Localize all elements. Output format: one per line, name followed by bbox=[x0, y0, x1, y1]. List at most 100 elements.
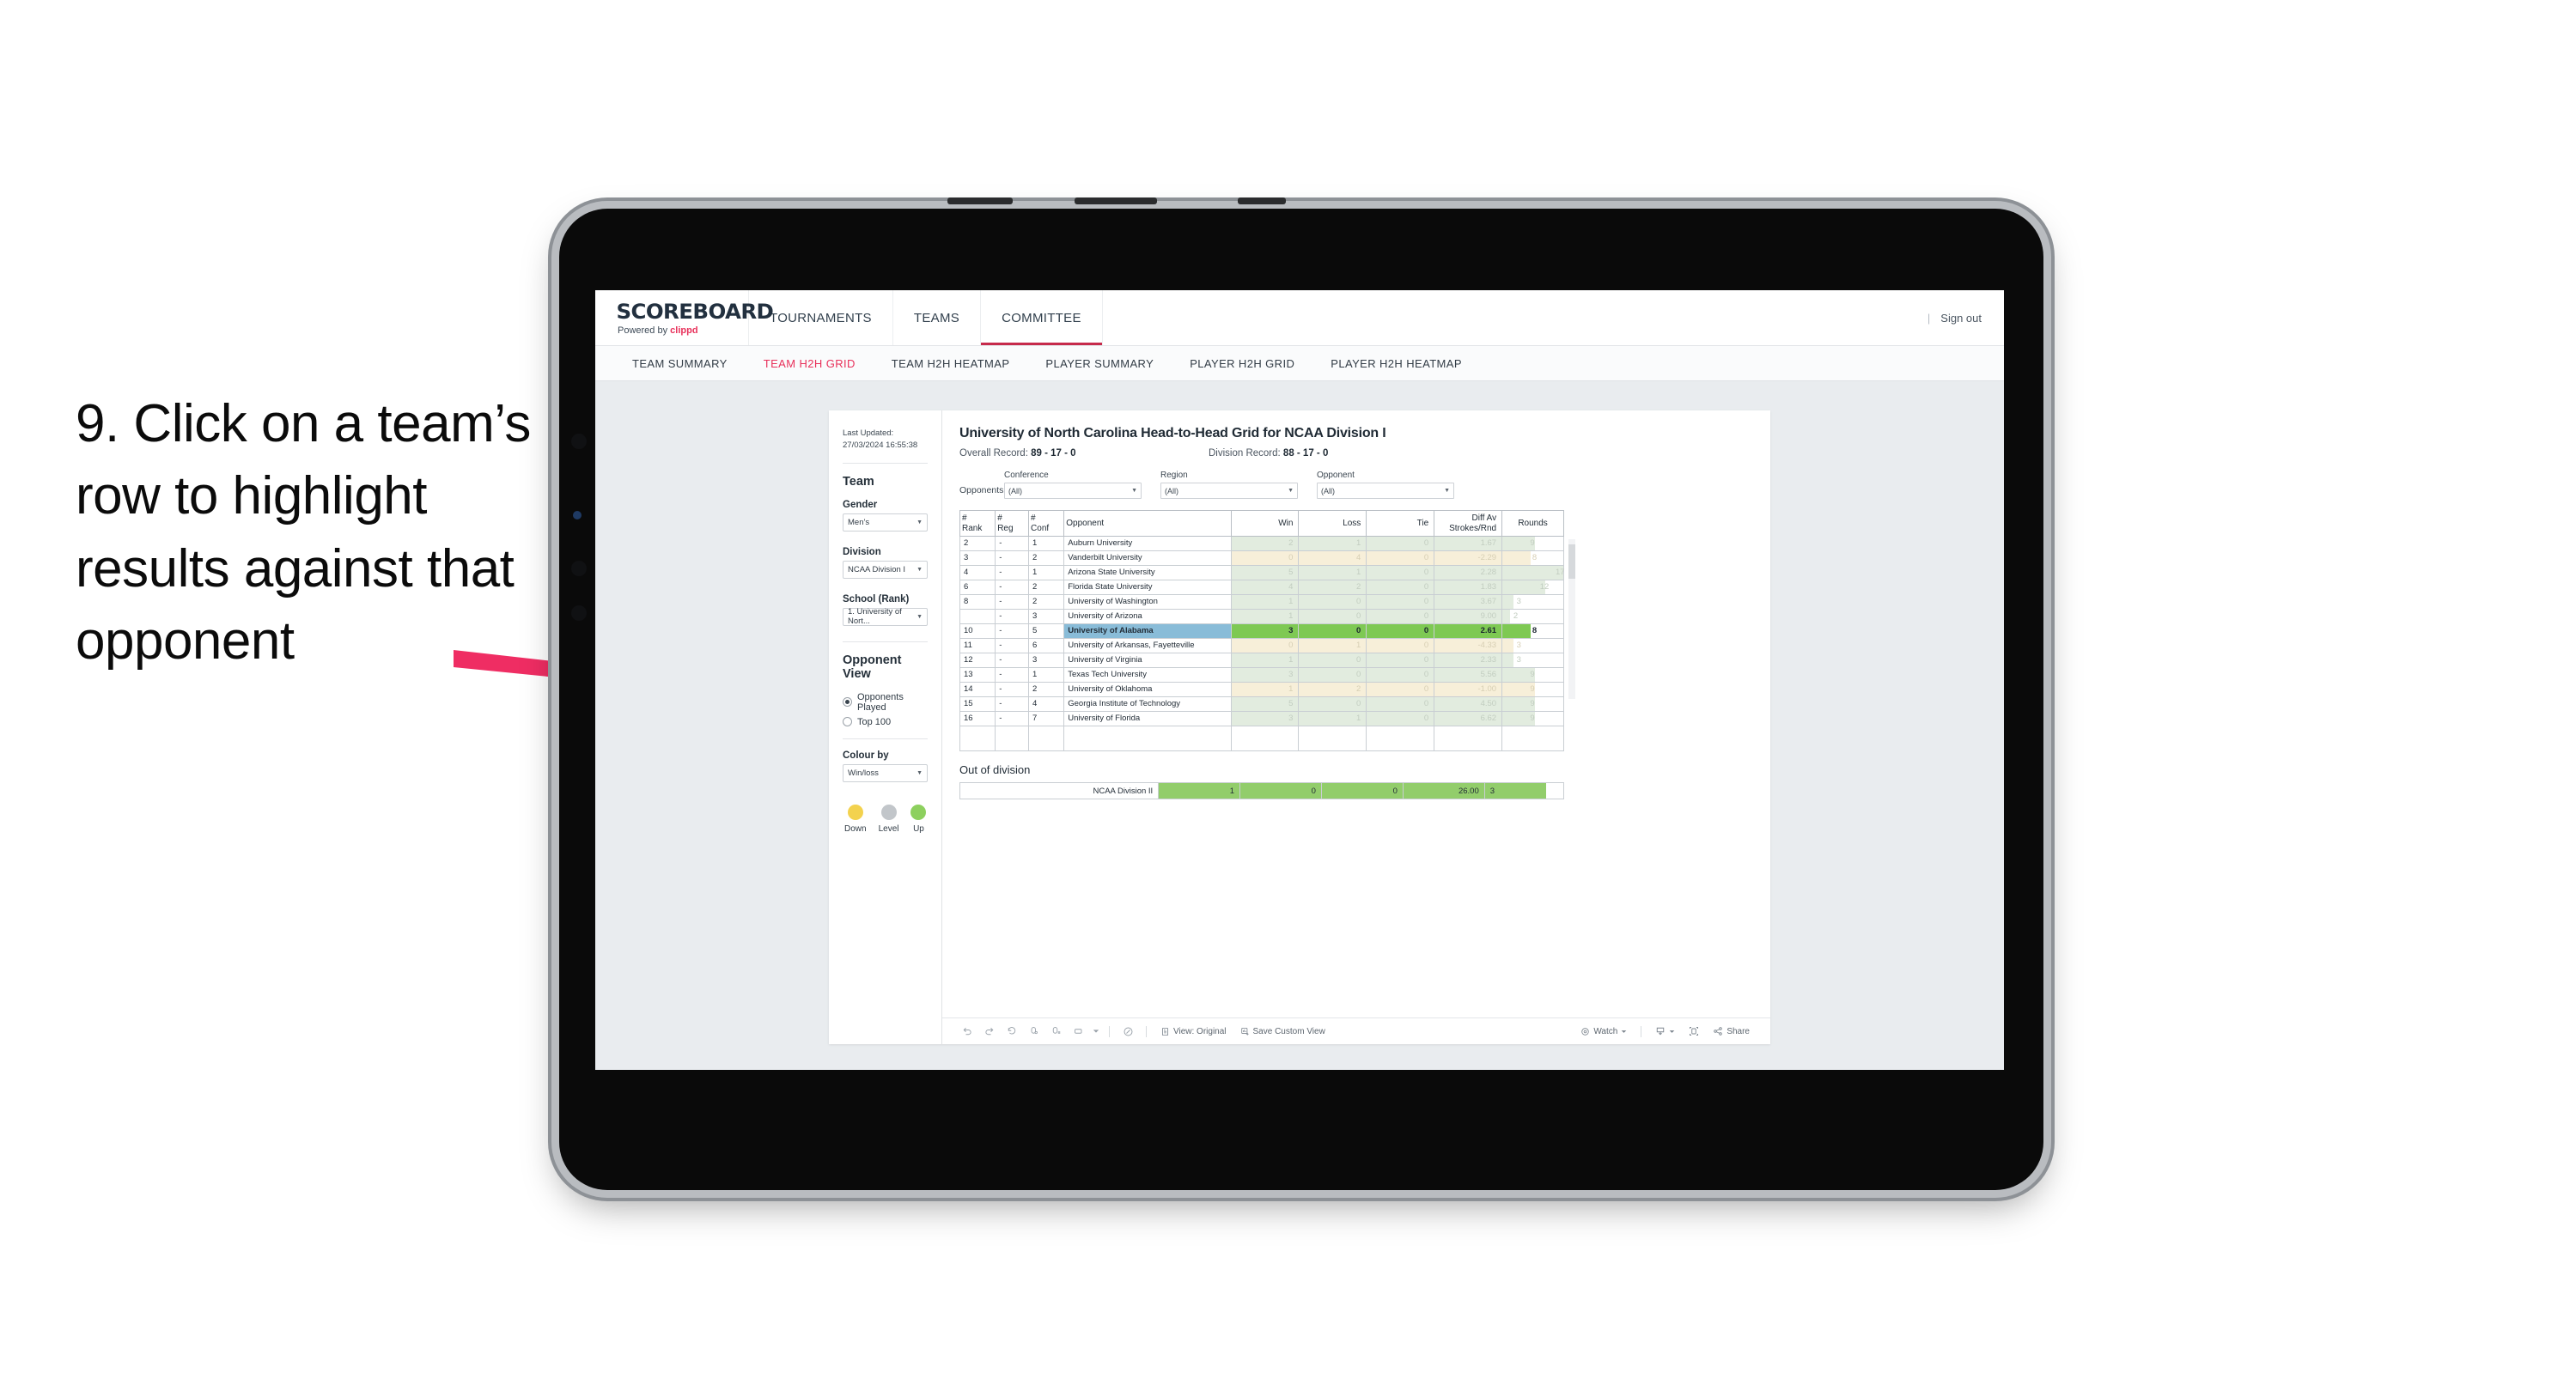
tab-team-h2h-grid[interactable]: TEAM H2H GRID bbox=[746, 357, 874, 370]
share-button[interactable]: Share bbox=[1706, 1026, 1757, 1036]
colour-legend: Down Level Up bbox=[843, 804, 928, 834]
nav-item-teams[interactable]: TEAMS bbox=[893, 290, 982, 345]
chevron-down-icon[interactable] bbox=[1090, 1023, 1102, 1040]
cell-tie: 0 bbox=[1366, 682, 1435, 697]
download-button[interactable] bbox=[1648, 1026, 1682, 1036]
table-row[interactable]: -3 University of Arizona 1 0 0 9.00 2 bbox=[959, 609, 1564, 624]
h2h-grid-table: # Rank # Reg # Conf Opponent Win Loss Tie D… bbox=[959, 510, 1565, 751]
table-header-row: # Rank # Reg # Conf Opponent Win Loss Tie D… bbox=[959, 510, 1564, 537]
tab-player-h2h-grid[interactable]: PLAYER H2H GRID bbox=[1172, 357, 1312, 370]
records-row: Overall Record: 89 - 17 - 0 Division Rec… bbox=[959, 448, 1753, 459]
filter-region-select[interactable]: (All) ▼ bbox=[1160, 483, 1298, 499]
col-reg[interactable]: # Reg bbox=[995, 510, 1030, 537]
cell-rounds: 9 bbox=[1501, 696, 1564, 712]
cell-rounds: 8 bbox=[1501, 623, 1564, 639]
table-row[interactable]: 12-3 University of Virginia 1 0 0 2.33 3 bbox=[959, 653, 1564, 668]
alert-icon[interactable] bbox=[1117, 1023, 1139, 1040]
table-row[interactable]: 13-1 Texas Tech University 3 0 0 5.56 9 bbox=[959, 667, 1564, 683]
col-loss[interactable]: Loss bbox=[1298, 510, 1367, 537]
tab-player-h2h-heatmap[interactable]: PLAYER H2H HEATMAP bbox=[1312, 357, 1480, 370]
table-row[interactable]: 3-2 Vanderbilt University 0 4 0 -2.29 8 bbox=[959, 550, 1564, 566]
filter-conference-value: (All) bbox=[1008, 486, 1022, 495]
h2h-grid-body: 2-1 Auburn University 2 1 0 1.67 9 3-2 Vanderbil… bbox=[959, 536, 1565, 751]
cell-conf: 3 bbox=[1028, 653, 1065, 668]
tab-player-summary[interactable]: PLAYER SUMMARY bbox=[1027, 357, 1172, 370]
radio-top-100[interactable]: Top 100 bbox=[843, 717, 928, 727]
tab-team-h2h-heatmap[interactable]: TEAM H2H HEATMAP bbox=[874, 357, 1028, 370]
cell-reg: - bbox=[995, 623, 1030, 639]
filter-region-label: Region bbox=[1160, 471, 1188, 480]
table-scrollbar-thumb[interactable] bbox=[1568, 544, 1575, 579]
division-record-label: Division Record: bbox=[1209, 448, 1283, 459]
cell-opponent: University of Arkansas, Fayetteville bbox=[1063, 638, 1232, 653]
colour-by-select[interactable]: Win/loss ▼ bbox=[843, 763, 928, 782]
col-diff-avg-strokes[interactable]: Diff Av Strokes/Rnd bbox=[1434, 510, 1503, 537]
col-rounds[interactable]: Rounds bbox=[1501, 510, 1564, 537]
rounds-bar bbox=[1502, 639, 1513, 653]
pause-icon[interactable] bbox=[1045, 1023, 1068, 1040]
filter-conference: Conference (All) ▼ bbox=[1004, 471, 1142, 499]
cell-loss: 1 bbox=[1298, 711, 1367, 726]
filter-conference-select[interactable]: (All) ▼ bbox=[1004, 483, 1142, 499]
redo-icon[interactable] bbox=[978, 1023, 1001, 1040]
table-row[interactable]: 11-6 University of Arkansas, Fayetteville… bbox=[959, 638, 1564, 653]
col-tie[interactable]: Tie bbox=[1366, 510, 1435, 537]
col-rank[interactable]: # Rank bbox=[959, 510, 996, 537]
radio-opponents-played[interactable]: Opponents Played bbox=[843, 692, 928, 713]
nav-item-committee[interactable]: COMMITTEE bbox=[981, 290, 1103, 345]
cell-tie: 0 bbox=[1366, 565, 1435, 580]
overall-record: Overall Record: 89 - 17 - 0 bbox=[959, 448, 1209, 459]
view-original-button[interactable]: View: Original bbox=[1154, 1027, 1233, 1036]
table-row[interactable]: 14-2 University of Oklahoma 1 2 0 -1.00 9 bbox=[959, 682, 1564, 697]
table-row[interactable]: 8-2 University of Washington 1 0 0 3.67 3 bbox=[959, 594, 1564, 610]
save-custom-view-button[interactable]: Save Custom View bbox=[1233, 1027, 1332, 1036]
revert-icon[interactable] bbox=[1001, 1023, 1023, 1040]
table-scrollbar[interactable] bbox=[1568, 539, 1575, 699]
app-logo[interactable]: SCOREBOARD Powered by clippd bbox=[595, 290, 774, 345]
rounds-value: 9 bbox=[1530, 699, 1535, 709]
col-win[interactable]: Win bbox=[1230, 510, 1300, 537]
save-custom-view-label: Save Custom View bbox=[1252, 1026, 1325, 1036]
legend-dot-level-icon bbox=[880, 804, 897, 820]
divider-3 bbox=[843, 738, 928, 739]
refresh-icon[interactable] bbox=[1023, 1023, 1045, 1040]
gender-select[interactable]: Men’s ▼ bbox=[843, 513, 928, 532]
sidebar-heading-team: Team bbox=[843, 474, 874, 489]
cell-tie: 0 bbox=[1366, 536, 1435, 551]
cell-opponent: Auburn University bbox=[1063, 536, 1232, 551]
cell-empty bbox=[1063, 726, 1232, 751]
col-opponent[interactable]: Opponent bbox=[1063, 510, 1232, 537]
filter-opponent-select[interactable]: (All) ▼ bbox=[1317, 483, 1454, 499]
layout-icon[interactable] bbox=[1068, 1023, 1090, 1040]
rounds-bar bbox=[1502, 566, 1563, 580]
table-row[interactable]: 4-1 Arizona State University 5 1 0 2.28 17 bbox=[959, 565, 1565, 580]
device-button-top-2 bbox=[1075, 197, 1157, 204]
table-row[interactable]: 6-2 Florida State University 4 2 0 1.83 12 bbox=[959, 580, 1564, 595]
cell-win: 3 bbox=[1230, 667, 1300, 683]
cell-diff-avg-strokes: 6.62 bbox=[1434, 711, 1503, 726]
division-select[interactable]: NCAA Division I ▼ bbox=[843, 560, 928, 579]
school-select[interactable]: 1. University of Nort... ▼ bbox=[843, 607, 928, 626]
cell-rank: 16 bbox=[959, 711, 996, 726]
fullscreen-button[interactable] bbox=[1682, 1026, 1706, 1036]
cell-loss: 0 bbox=[1298, 594, 1367, 610]
rounds-bar bbox=[1502, 595, 1513, 609]
watch-button[interactable]: Watch bbox=[1574, 1027, 1634, 1036]
gender-label: Gender bbox=[843, 499, 878, 510]
table-row[interactable]: 10-5 University of Alabama 3 0 0 2.61 8 bbox=[959, 623, 1564, 639]
col-conf[interactable]: # Conf bbox=[1028, 510, 1065, 537]
table-row[interactable]: 16-7 University of Florida 3 1 0 6.62 9 bbox=[959, 711, 1564, 726]
rounds-value: 9 bbox=[1530, 538, 1535, 549]
table-row[interactable]: 15-4 Georgia Institute of Technology 5 0 0 4.… bbox=[959, 696, 1564, 712]
table-row[interactable]: 2-1 Auburn University 2 1 0 1.67 9 bbox=[959, 536, 1564, 551]
out-of-division-label: NCAA Division II bbox=[959, 782, 1160, 799]
cell-rank: 3 bbox=[959, 550, 996, 566]
tab-team-summary[interactable]: TEAM SUMMARY bbox=[614, 357, 746, 370]
cell-reg: - bbox=[995, 696, 1030, 712]
undo-icon[interactable] bbox=[956, 1023, 978, 1040]
table-row[interactable]: NCAA Division II 1 0 0 26.00 3 bbox=[959, 782, 1565, 799]
cell-tie: 0 bbox=[1366, 623, 1435, 639]
cell-diff-avg-strokes: -1.00 bbox=[1434, 682, 1503, 697]
sign-out-link[interactable]: Sign out bbox=[1940, 312, 1982, 325]
cell-loss: 0 bbox=[1298, 609, 1367, 624]
